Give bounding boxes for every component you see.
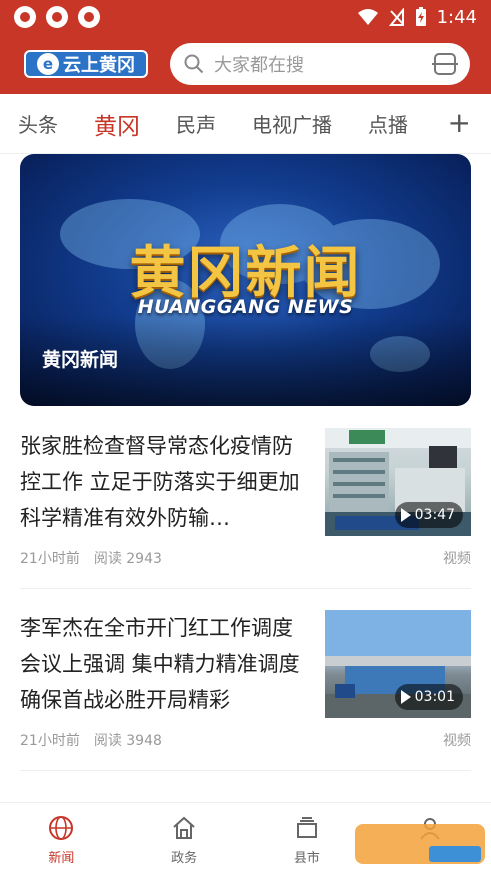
tab-toutiao[interactable]: 头条 — [18, 109, 58, 138]
news-read-count: 阅读 2943 — [93, 551, 162, 567]
add-channel-button[interactable]: + — [448, 108, 471, 138]
news-meta: 21小时前 阅读 3948 视频 — [20, 730, 471, 750]
news-title: 李军杰在全市开门红工作调度会议上强调 集中精力精准调度 确保首战必胜开局精彩 — [20, 616, 300, 712]
site-watermark-graphic — [355, 824, 485, 864]
logo-mark-icon: e — [37, 53, 59, 75]
scan-icon[interactable] — [432, 53, 458, 75]
tab-on-demand[interactable]: 点播 — [368, 109, 408, 138]
tab-tv-radio[interactable]: 电视广播 — [252, 109, 332, 138]
battery-charging-icon — [415, 7, 426, 26]
wifi-icon — [357, 9, 378, 25]
tab-huanggang[interactable]: 黄冈 — [94, 107, 140, 141]
video-duration: 03:01 — [394, 684, 463, 710]
duration-text: 03:01 — [414, 689, 455, 705]
divider — [20, 588, 471, 589]
notification-app-icon — [46, 6, 68, 28]
nav-news[interactable]: 新闻 — [0, 803, 123, 872]
nav-counties[interactable]: 县市 — [246, 803, 369, 872]
news-thumbnail: 03:47 — [325, 428, 471, 536]
globe-icon — [49, 816, 74, 840]
divider — [20, 770, 471, 771]
nav-label: 县市 — [293, 851, 320, 866]
news-time: 21小时前 — [20, 551, 80, 567]
home-icon — [173, 816, 195, 839]
app-header: e 云上黄冈 大家都在搜 — [0, 34, 491, 94]
notification-app-icon — [78, 6, 100, 28]
duration-text: 03:47 — [414, 507, 455, 523]
signal-off-icon — [388, 8, 404, 26]
search-placeholder: 大家都在搜 — [214, 55, 304, 76]
nav-label: 新闻 — [48, 851, 75, 866]
nav-government[interactable]: 政务 — [123, 803, 246, 872]
program-logo-subtitle: HUANGGANG NEWS — [137, 296, 354, 318]
news-type-badge: 视频 — [443, 733, 471, 749]
news-meta: 21小时前 阅读 2943 视频 — [20, 548, 471, 568]
news-type-badge: 视频 — [443, 551, 471, 567]
nav-label: 政务 — [171, 851, 198, 866]
layers-icon — [296, 817, 317, 838]
search-icon — [184, 54, 204, 74]
banner-caption: 黄冈新闻 — [42, 349, 119, 371]
news-read-count: 阅读 3948 — [93, 733, 162, 749]
feature-banner[interactable]: 黄冈新闻 HUANGGANG NEWS 黄冈新闻 — [20, 154, 471, 406]
play-icon — [400, 690, 411, 704]
system-status: 1:44 — [357, 7, 477, 28]
search-bar[interactable]: 大家都在搜 — [170, 43, 470, 85]
channel-tabs: 头条 黄冈 民声 电视广播 点播 + — [0, 94, 491, 154]
tab-minsheng[interactable]: 民声 — [176, 109, 216, 138]
play-icon — [400, 508, 411, 522]
news-item[interactable]: 张家胜检查督导常态化疫情防控工作 立足于防落实于细更加科学精准有效外防输… 03… — [20, 428, 471, 568]
notification-app-icon — [14, 6, 36, 28]
news-title: 张家胜检查督导常态化疫情防控工作 立足于防落实于细更加科学精准有效外防输… — [20, 434, 300, 530]
video-duration: 03:47 — [394, 502, 463, 528]
news-item[interactable]: 李军杰在全市开门红工作调度会议上强调 集中精力精准调度 确保首战必胜开局精彩 0… — [20, 610, 471, 750]
logo-text: 云上黄冈 — [63, 55, 135, 76]
notification-icons — [14, 6, 100, 28]
app-logo: e 云上黄冈 — [24, 50, 148, 78]
status-bar: 1:44 — [0, 0, 491, 34]
news-time: 21小时前 — [20, 733, 80, 749]
status-time: 1:44 — [436, 6, 477, 28]
news-thumbnail: 03:01 — [325, 610, 471, 718]
